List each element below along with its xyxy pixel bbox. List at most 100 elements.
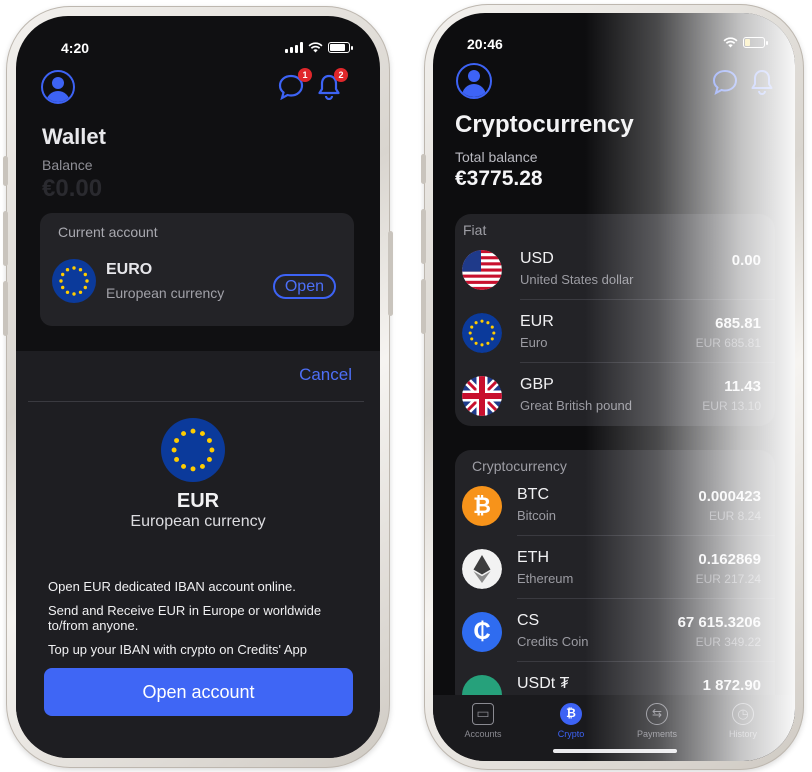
current-account-label: Current account xyxy=(58,224,158,240)
chat-icon-right[interactable] xyxy=(712,69,738,95)
volume-up-button-right xyxy=(421,209,426,264)
row-divider xyxy=(520,362,775,363)
crypto-amount: 0.000423 xyxy=(698,488,761,505)
volume-up-button xyxy=(3,211,8,266)
profile-avatar[interactable] xyxy=(41,70,75,104)
row-divider xyxy=(517,598,775,599)
fiat-eur-value: EUR 13.10 xyxy=(702,399,761,413)
info-line-1: Open EUR dedicated IBAN account online. xyxy=(48,579,296,594)
fiat-amount: 0.00 xyxy=(731,252,761,269)
tab-label: Payments xyxy=(636,729,678,739)
page-title: Wallet xyxy=(42,124,106,149)
ethereum-icon xyxy=(462,549,502,589)
chat-button[interactable]: 1 xyxy=(278,68,312,105)
cancel-button[interactable]: Cancel xyxy=(299,365,352,385)
volume-down-button xyxy=(3,281,8,336)
phone-right: 20:46 Cryptocurrency Total balance €3775… xyxy=(421,4,804,770)
crypto-eur-value: EUR 217.24 xyxy=(695,572,761,586)
total-balance-value: €3775.28 xyxy=(455,167,543,190)
wallet-screen: 4:20 1 2 Wallet Balance €0.00 Current ac… xyxy=(16,16,380,758)
open-account-button[interactable]: Open account xyxy=(44,668,353,716)
current-account-card: Current account EURO European currency O… xyxy=(40,213,354,326)
crypto-row[interactable]: ₿ BTC Bitcoin 0.000423 EUR 8.24 xyxy=(455,476,775,536)
row-divider xyxy=(517,535,775,536)
crypto-code: USDt ₮ xyxy=(517,675,570,692)
account-subtitle: European currency xyxy=(106,285,225,301)
eu-flag-icon xyxy=(462,313,502,353)
balance-label: Balance xyxy=(42,157,93,173)
chat-badge: 1 xyxy=(298,68,312,82)
sheet-currency-name: European currency xyxy=(130,513,266,530)
tab-accounts[interactable]: ▭ Accounts xyxy=(443,703,523,739)
crypto-code: CS xyxy=(517,612,540,629)
sheet-currency-code: EUR xyxy=(176,490,220,512)
power-button xyxy=(388,231,393,316)
stage: 4:20 1 2 Wallet Balance €0.00 Current ac… xyxy=(0,0,812,772)
info-line-2: Send and Receive EUR in Europe or worldw… xyxy=(48,603,322,633)
mute-switch xyxy=(3,156,8,186)
fiat-eur-value: EUR 685.81 xyxy=(695,336,761,350)
tab-label: History xyxy=(728,729,757,739)
tab-history[interactable]: ◷ History xyxy=(703,703,783,739)
credits-coin-icon: ₵ xyxy=(462,612,502,652)
crypto-row[interactable]: ETH Ethereum 0.162869 EUR 217.24 xyxy=(455,539,775,599)
us-flag-icon xyxy=(462,250,502,290)
sheet-divider xyxy=(28,401,364,402)
eu-flag-icon xyxy=(52,259,96,303)
mute-switch-right xyxy=(421,154,426,184)
fiat-code: EUR xyxy=(520,313,554,330)
fiat-code: USD xyxy=(520,250,554,267)
open-account-sheet: Cancel EUR European currency Open EUR de… xyxy=(16,351,380,758)
crypto-eur-value: EUR 349.22 xyxy=(695,635,761,649)
fiat-name: Great British pound xyxy=(520,398,633,413)
fiat-code: GBP xyxy=(520,376,554,393)
fiat-card: Fiat USD United States dollar 0.00 EUR E… xyxy=(455,214,775,426)
fiat-row[interactable]: GBP Great British pound 11.43 EUR 13.10 xyxy=(455,366,775,426)
bottom-tab-bar: ▭ Accounts ₿ Crypto ⇆ Payments ◷ History xyxy=(433,695,795,761)
home-indicator xyxy=(553,749,677,753)
crypto-row[interactable]: ₵ CS Credits Coin 67 615.3206 EUR 349.22 xyxy=(455,602,775,662)
clock-icon: ◷ xyxy=(732,703,754,725)
crypto-name: Ethereum xyxy=(517,571,574,586)
profile-avatar-right[interactable] xyxy=(456,63,492,99)
fiat-row[interactable]: USD United States dollar 0.00 xyxy=(455,240,775,300)
crypto-name: Credits Coin xyxy=(517,634,589,649)
volume-down-button-right xyxy=(421,279,426,334)
crypto-card: Cryptocurrency ₿ BTC Bitcoin 0.000423 EU… xyxy=(455,450,775,715)
crypto-amount: 0.162869 xyxy=(698,551,761,568)
crypto-code: BTC xyxy=(517,486,549,503)
info-line-3: Top up your IBAN with crypto on Credits'… xyxy=(48,642,307,657)
bitcoin-icon: ₿ xyxy=(462,486,502,526)
wallet-icon: ▭ xyxy=(472,703,494,725)
signal-icon xyxy=(285,42,303,53)
eu-flag-large-icon xyxy=(161,418,225,482)
crypto-amount: 67 615.3206 xyxy=(677,614,761,631)
crypto-amount: 1 872.90 xyxy=(702,677,761,694)
open-button[interactable]: Open xyxy=(272,274,336,299)
fiat-amount: 11.43 xyxy=(724,378,761,395)
fiat-row[interactable]: EUR Euro 685.81 EUR 685.81 xyxy=(455,303,775,363)
battery-icon-right xyxy=(743,37,768,48)
tab-label: Crypto xyxy=(557,729,585,739)
total-balance-label: Total balance xyxy=(455,149,538,165)
fiat-header: Fiat xyxy=(463,222,487,238)
crypto-name: Bitcoin xyxy=(517,508,557,523)
fiat-name: Euro xyxy=(520,335,548,350)
crypto-eur-value: EUR 8.24 xyxy=(708,509,761,523)
status-bar: 4:20 xyxy=(16,38,380,58)
status-time: 4:20 xyxy=(61,40,90,56)
uk-flag-icon xyxy=(462,376,502,416)
balance-value: €0.00 xyxy=(42,175,103,202)
row-divider xyxy=(520,299,775,300)
tab-payments[interactable]: ⇆ Payments xyxy=(617,703,697,739)
bitcoin-tab-icon: ₿ xyxy=(560,703,582,725)
tab-crypto[interactable]: ₿ Crypto xyxy=(531,703,611,739)
crypto-header: Cryptocurrency xyxy=(472,458,567,474)
transfer-icon: ⇆ xyxy=(646,703,668,725)
battery-icon xyxy=(328,42,353,53)
notifications-button[interactable]: 2 xyxy=(318,68,348,105)
status-bar-right: 20:46 xyxy=(433,33,795,53)
row-divider xyxy=(517,661,775,662)
bell-icon-right[interactable] xyxy=(751,69,773,95)
crypto-page-title: Cryptocurrency xyxy=(455,111,634,138)
